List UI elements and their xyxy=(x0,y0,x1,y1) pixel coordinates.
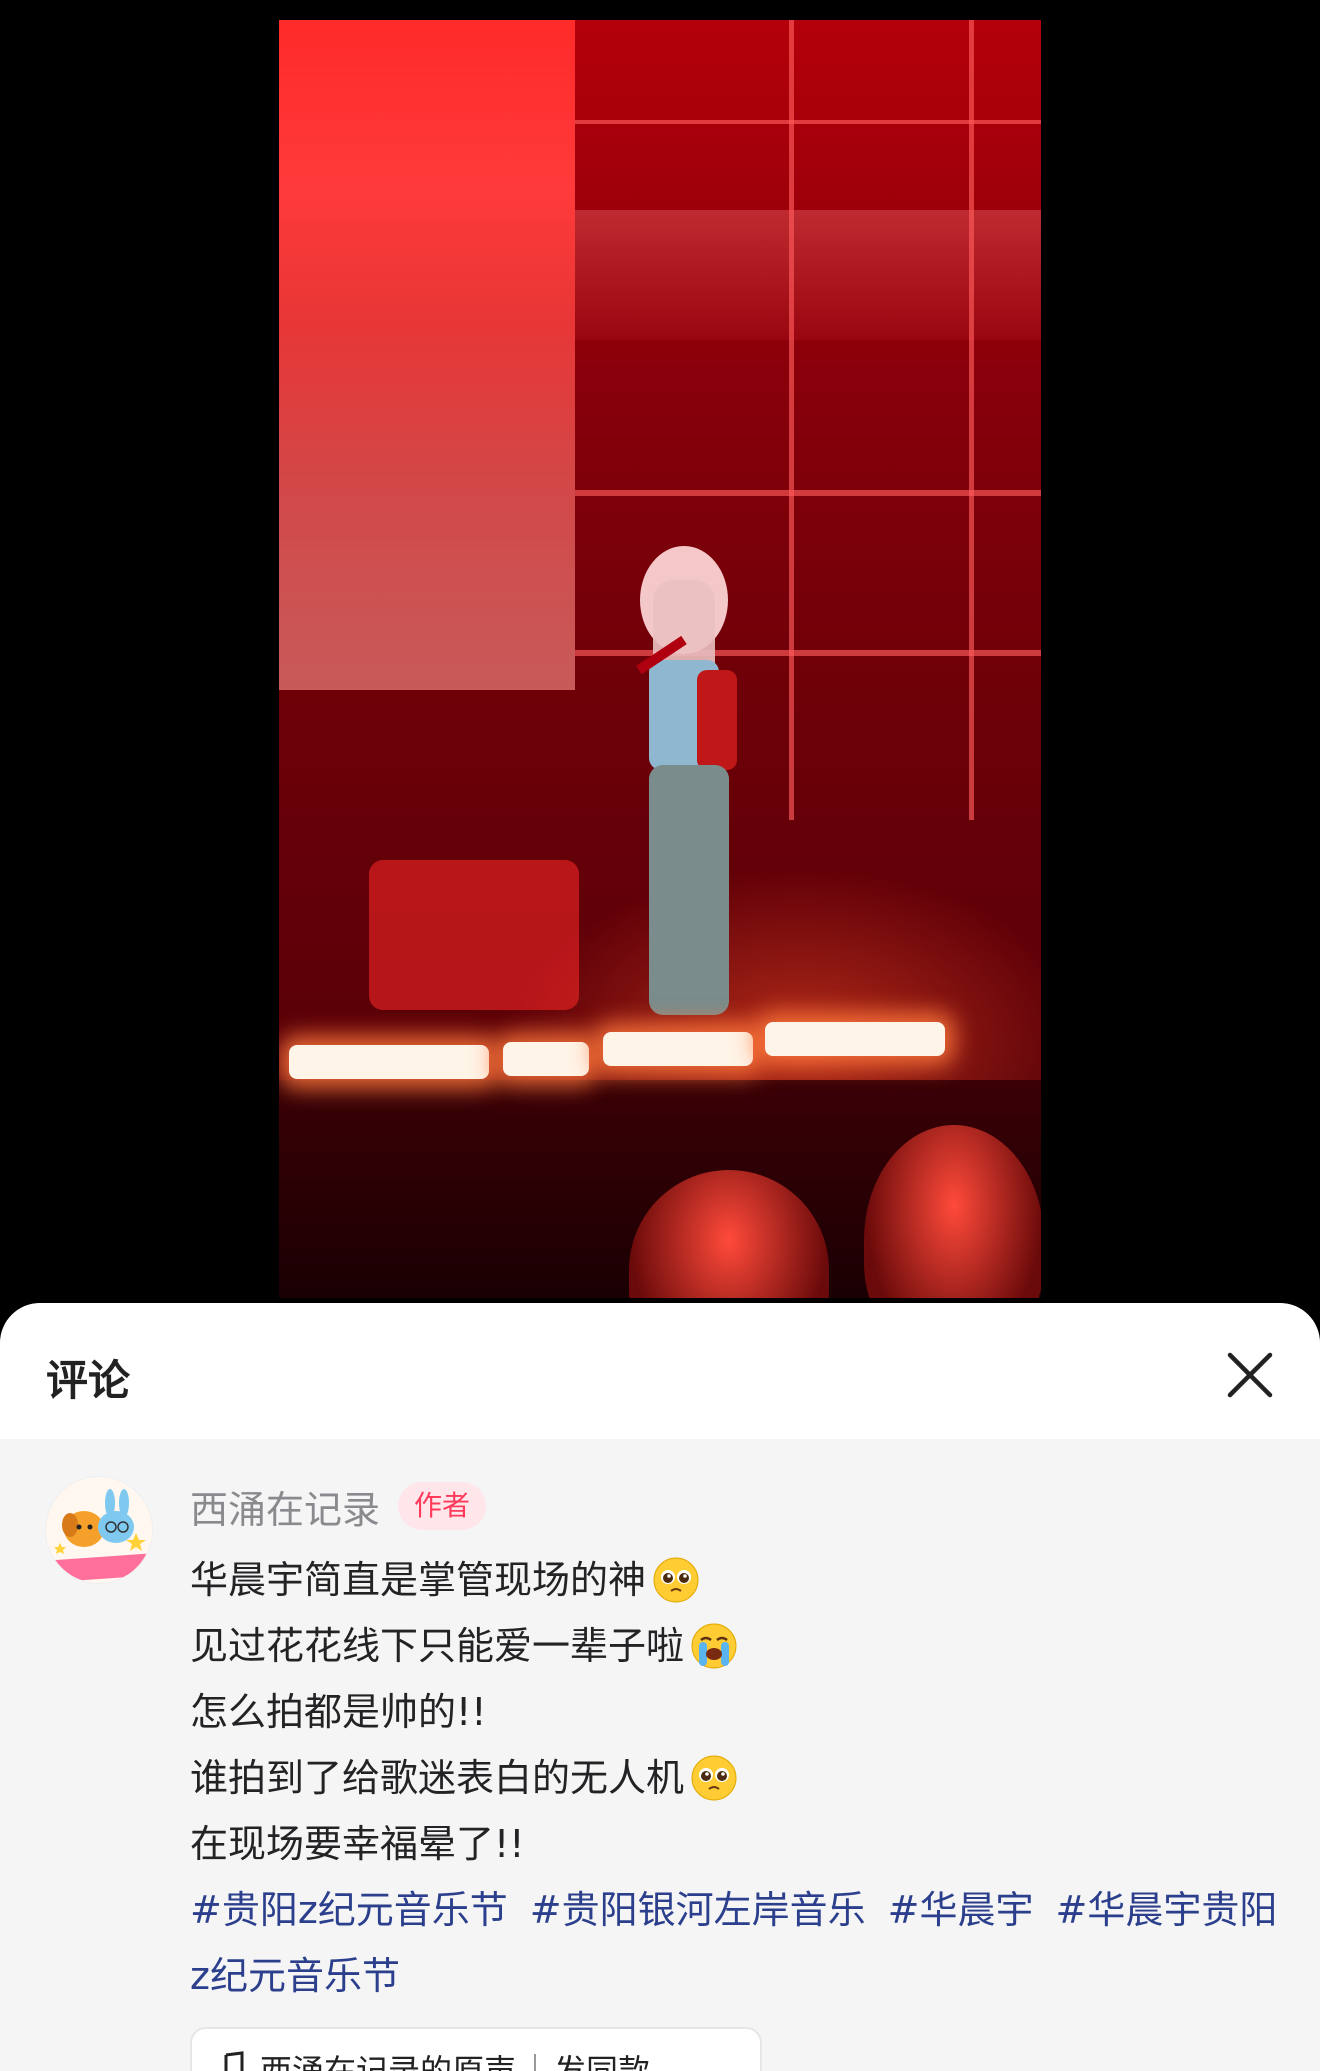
comment-line-text: 谁拍到了给歌迷表白的无人机 xyxy=(190,1756,685,1800)
video-player[interactable] xyxy=(279,20,1041,1298)
stage-prop xyxy=(369,860,579,1010)
author-name[interactable]: 西涌在记录 xyxy=(190,1479,380,1534)
original-sound-button[interactable]: 西涌在记录的原声 发同款 xyxy=(190,2027,762,2071)
avatar[interactable] xyxy=(46,1477,152,1583)
hashtag-list: #贵阳z纪元音乐节 #贵阳银河左岸音乐 #华晨宇 #华晨宇贵阳z纪元音乐节 xyxy=(190,1877,1290,2009)
comment-body: 华晨宇简直是掌管现场的神 见过花花线下只能爱一辈子啦 怎么拍都是帅的!! 谁拍到… xyxy=(190,1547,1280,2009)
stage-light xyxy=(289,1045,489,1079)
hashtag-link[interactable]: #贵阳z纪元音乐节 xyxy=(190,1888,508,1932)
use-sound-label[interactable]: 发同款 xyxy=(554,2046,650,2071)
comment-line: 见过花花线下只能爱一辈子啦 xyxy=(190,1613,1280,1679)
sheet-title: 评论 xyxy=(46,1356,131,1405)
comment-line: 怎么拍都是帅的!! xyxy=(190,1679,1280,1745)
close-icon xyxy=(1227,1352,1273,1398)
comment-line: 华晨宇简直是掌管现场的神 xyxy=(190,1547,1280,1613)
author-badge: 作者 xyxy=(398,1482,487,1530)
close-button[interactable] xyxy=(1222,1347,1278,1403)
stage-light xyxy=(765,1022,945,1056)
stage-light xyxy=(503,1042,589,1076)
comment-line-text: 在现场要幸福晕了!! xyxy=(190,1822,525,1866)
comment-line: 谁拍到了给歌迷表白的无人机 xyxy=(190,1745,1280,1811)
music-note-icon xyxy=(224,2051,244,2071)
comment-line: 在现场要幸福晕了!! xyxy=(190,1811,1280,1877)
hashtag-link[interactable]: #贵阳银河左岸音乐 xyxy=(530,1888,866,1932)
comment-line-text: 见过花花线下只能爱一辈子啦 xyxy=(190,1624,685,1668)
comment-sheet: 评论 西涌在记录 作者 华晨宇简直是掌管现场的神 见过花花线下只能爱一辈子啦 怎… xyxy=(0,1303,1320,2071)
pleading-face-emoji-icon xyxy=(653,1557,699,1603)
truss-post xyxy=(789,20,794,820)
comment-line-text: 华晨宇简直是掌管现场的神 xyxy=(190,1558,647,1602)
author-row: 西涌在记录 作者 xyxy=(190,1479,487,1534)
performer-figure xyxy=(636,546,737,1015)
truss-post xyxy=(969,20,974,820)
hashtag-link[interactable]: #华晨宇 xyxy=(888,1888,1034,1932)
led-screen xyxy=(279,20,575,690)
original-sound-label: 西涌在记录的原声 xyxy=(260,2052,517,2071)
pleading-face-emoji-icon xyxy=(691,1755,737,1801)
stage-light xyxy=(603,1032,753,1066)
comment-line-text: 怎么拍都是帅的!! xyxy=(190,1690,487,1734)
divider xyxy=(534,2054,537,2071)
loudly-crying-face-emoji-icon xyxy=(691,1623,737,1669)
sheet-header: 评论 xyxy=(0,1303,1320,1439)
